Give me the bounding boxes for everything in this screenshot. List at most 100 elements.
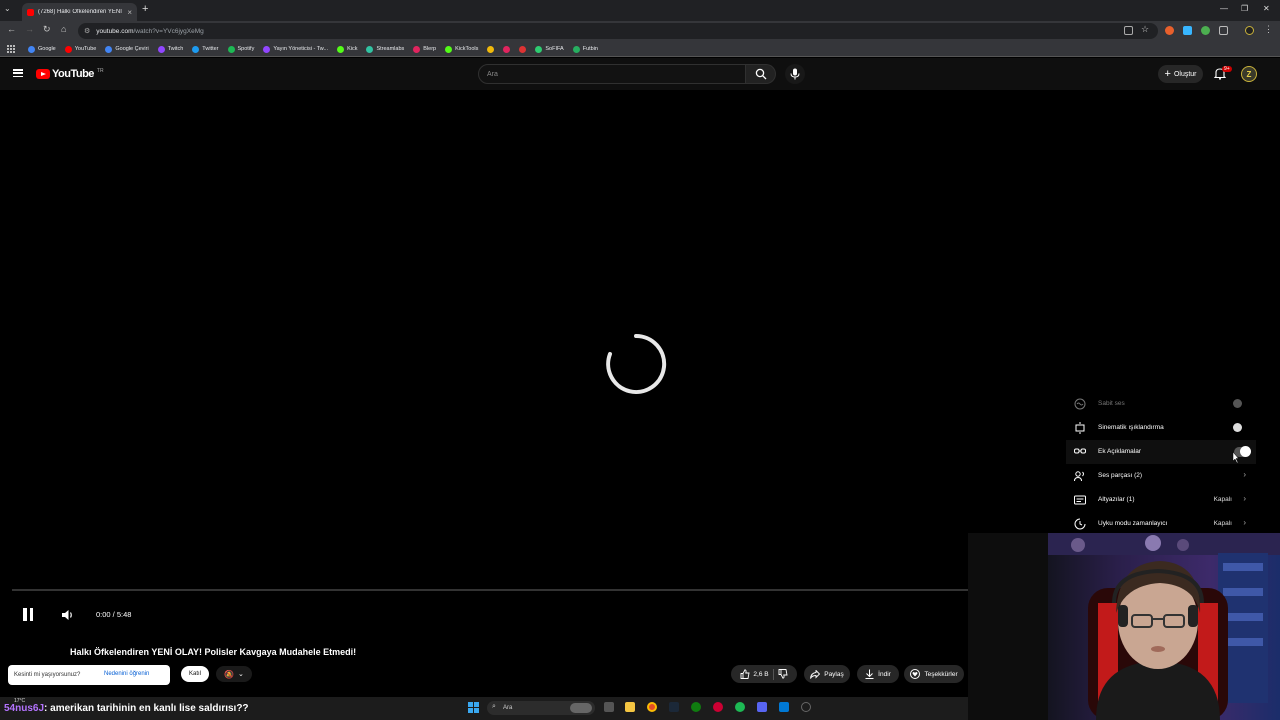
learn-why-link[interactable]: Nedenini öğrenin bbox=[104, 671, 149, 677]
like-dislike-group: 2,6 B bbox=[731, 665, 797, 683]
pause-button[interactable] bbox=[23, 608, 33, 621]
bookmark-item[interactable] bbox=[519, 45, 527, 53]
bookmark-item[interactable]: SoFIFA bbox=[535, 45, 564, 53]
search-button[interactable] bbox=[746, 64, 776, 84]
browser-tab-active[interactable]: (7268) Halkı Öfkelendiren YENİ × bbox=[22, 3, 137, 21]
menu-item-audio-track[interactable]: Ses parçası (2) › bbox=[1066, 464, 1256, 488]
guide-menu-icon[interactable] bbox=[13, 69, 23, 77]
chat-overlay-message: 54nus6J: amerikan tarihinin en kanlı lis… bbox=[4, 703, 249, 714]
forward-icon[interactable]: → bbox=[25, 24, 34, 34]
new-tab-icon[interactable]: + bbox=[142, 3, 148, 15]
tab-search-icon[interactable]: ⌄ bbox=[4, 4, 11, 13]
extensions-puzzle-icon[interactable] bbox=[1219, 26, 1228, 35]
tab-close-icon[interactable]: × bbox=[127, 8, 132, 17]
bookmark-favicon-icon bbox=[192, 45, 200, 53]
video-player[interactable] bbox=[0, 90, 968, 637]
menu-item-subtitles[interactable]: Altyazılar (1) Kapalı › bbox=[1066, 488, 1256, 512]
join-button[interactable]: Katıl bbox=[181, 666, 209, 682]
site-info-icon[interactable]: ⚙ bbox=[84, 27, 90, 35]
webcam-overlay bbox=[968, 533, 1280, 720]
search-input[interactable]: Ara bbox=[478, 64, 746, 84]
bookmark-favicon-icon bbox=[337, 45, 345, 53]
file-explorer-icon[interactable] bbox=[625, 702, 635, 712]
subscription-notifications-button[interactable]: 🔕 ⌄ bbox=[216, 666, 252, 682]
install-app-icon[interactable] bbox=[1124, 26, 1133, 35]
voice-search-button[interactable] bbox=[785, 64, 805, 84]
bookmark-item[interactable]: Google Çeviri bbox=[105, 45, 149, 53]
discord-icon[interactable] bbox=[757, 702, 767, 712]
video-title: Halkı Öfkelendiren YENİ OLAY! Polisler K… bbox=[70, 647, 357, 657]
bookmark-item[interactable]: Kick bbox=[337, 45, 357, 53]
logo-region: TR bbox=[96, 68, 104, 74]
bookmark-item[interactable]: Blerp bbox=[413, 45, 436, 53]
task-view-icon[interactable] bbox=[604, 702, 614, 712]
reload-icon[interactable]: ↻ bbox=[43, 24, 51, 35]
create-button[interactable]: + Oluştur bbox=[1158, 65, 1203, 83]
mute-button[interactable] bbox=[61, 608, 75, 627]
bookmark-item[interactable]: Google bbox=[28, 45, 56, 53]
avatar-letter: Z bbox=[1246, 69, 1252, 79]
extension-icon[interactable] bbox=[1183, 26, 1192, 35]
download-button[interactable]: İndir bbox=[857, 665, 899, 683]
close-window-icon[interactable]: ✕ bbox=[1263, 4, 1270, 13]
app-icon[interactable] bbox=[779, 702, 789, 712]
menu-item-label: Altyazılar (1) bbox=[1098, 496, 1135, 503]
bookmark-star-icon[interactable]: ☆ bbox=[1141, 24, 1149, 35]
bookmark-item[interactable]: Futbin bbox=[572, 45, 598, 53]
bookmark-item[interactable]: YouTube bbox=[64, 45, 96, 53]
chrome-icon[interactable] bbox=[647, 702, 657, 712]
menu-item-stable-volume[interactable]: Sabit ses bbox=[1066, 392, 1256, 416]
like-button[interactable]: 2,6 B bbox=[740, 669, 769, 679]
obs-icon[interactable] bbox=[801, 702, 811, 712]
bookmark-favicon-icon bbox=[366, 45, 374, 53]
thumbs-up-icon bbox=[740, 669, 750, 679]
app-icon[interactable] bbox=[713, 702, 723, 712]
volume-icon bbox=[62, 610, 72, 620]
menu-item-ambient-mode[interactable]: Sinematik ışıklandırma bbox=[1066, 416, 1256, 440]
progress-bar[interactable] bbox=[12, 589, 968, 591]
omnibox[interactable]: ⚙ youtube.com/watch?v=YVc6jygXeMg bbox=[78, 23, 1158, 39]
windows-start-icon[interactable] bbox=[468, 702, 479, 713]
extension-icon[interactable] bbox=[1201, 26, 1210, 35]
minimize-icon[interactable]: — bbox=[1220, 4, 1228, 13]
extension-icon[interactable] bbox=[1165, 26, 1174, 35]
thumbs-down-icon[interactable] bbox=[778, 669, 788, 679]
bookmark-favicon-icon bbox=[445, 45, 453, 53]
menu-item-annotations[interactable]: Ek Açıklamalar bbox=[1066, 440, 1256, 464]
bookmark-item[interactable]: Spotify bbox=[227, 45, 254, 53]
bookmark-favicon-icon bbox=[503, 45, 511, 53]
browser-menu-icon[interactable]: ⋮ bbox=[1264, 24, 1273, 35]
taskbar-search-input[interactable]: ⌕ Ara bbox=[487, 701, 595, 715]
bookmark-item[interactable] bbox=[503, 45, 511, 53]
profile-icon[interactable] bbox=[1245, 26, 1254, 35]
bookmark-item[interactable]: Yayın Yöneticisi - Tw... bbox=[263, 45, 328, 53]
apps-grid-icon[interactable] bbox=[7, 45, 15, 53]
bookmark-item[interactable]: Twitch bbox=[157, 45, 183, 53]
stable-volume-indicator[interactable] bbox=[1233, 399, 1242, 408]
download-icon bbox=[865, 669, 874, 679]
chat-username: 54nus6J bbox=[4, 703, 45, 714]
menu-item-label: Sabit ses bbox=[1098, 400, 1125, 407]
steam-icon[interactable] bbox=[669, 702, 679, 712]
bookmarks-list: Google YouTube Google Çeviri Twitch Twitter S… bbox=[28, 41, 598, 57]
bookmark-item[interactable]: Twitter bbox=[192, 45, 219, 53]
home-icon[interactable]: ⌂ bbox=[61, 24, 66, 34]
maximize-icon[interactable]: ❐ bbox=[1241, 4, 1248, 13]
thanks-button[interactable]: Teşekkürler bbox=[904, 665, 964, 683]
share-label: Paylaş bbox=[824, 670, 844, 678]
bookmark-label: SoFIFA bbox=[545, 46, 564, 52]
url-host: youtube.com bbox=[96, 27, 134, 35]
share-button[interactable]: Paylaş bbox=[804, 665, 850, 683]
bookmark-item[interactable]: Streamlabs bbox=[366, 45, 404, 53]
youtube-logo[interactable]: YouTube TR bbox=[36, 68, 104, 80]
bookmark-item[interactable]: KickTools bbox=[445, 45, 478, 53]
ambient-mode-icon bbox=[1075, 422, 1085, 434]
spotify-icon[interactable] bbox=[735, 702, 745, 712]
outage-question: Kesinti mi yaşıyorsunuz? bbox=[14, 672, 81, 678]
bookmark-item[interactable] bbox=[487, 45, 495, 53]
xbox-icon[interactable] bbox=[691, 702, 701, 712]
account-avatar[interactable]: Z bbox=[1241, 66, 1257, 82]
ambient-mode-indicator[interactable] bbox=[1233, 423, 1242, 432]
back-icon[interactable]: ← bbox=[7, 24, 16, 34]
bookmark-favicon-icon bbox=[28, 45, 35, 53]
